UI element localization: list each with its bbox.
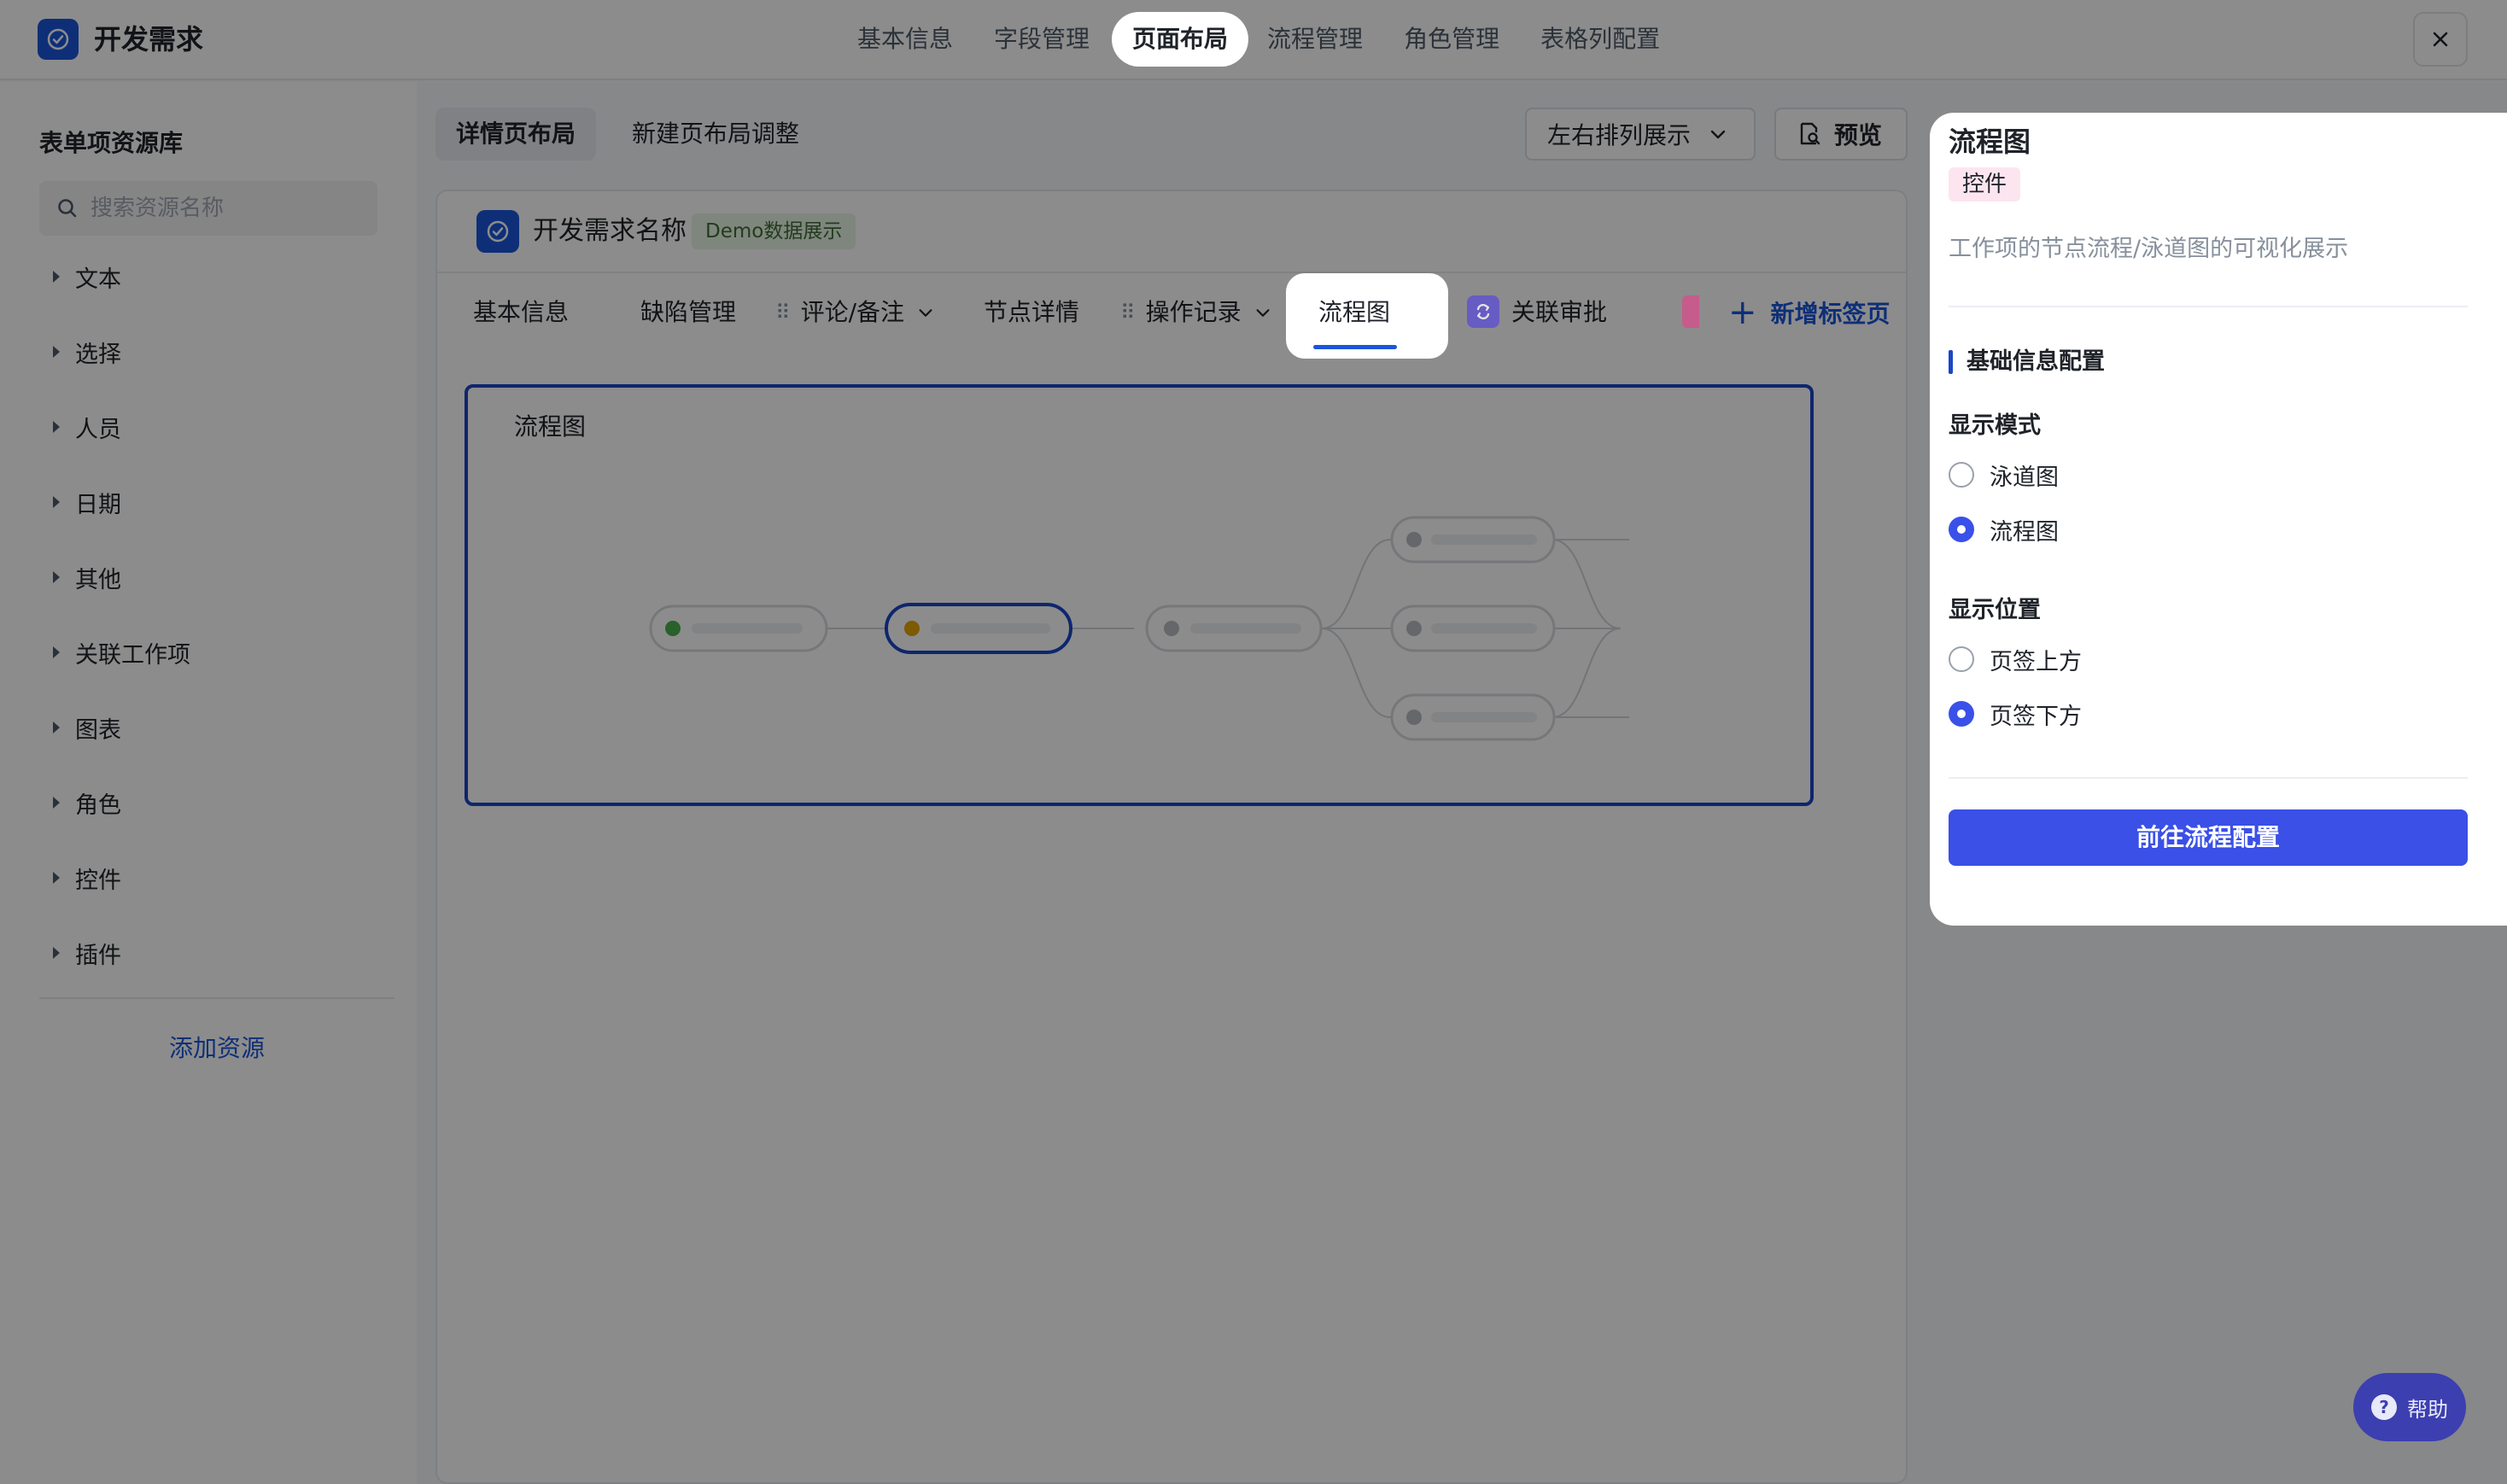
section-accent-bar <box>1949 350 1953 374</box>
config-divider <box>1949 306 2468 307</box>
radio-checked-icon <box>1949 517 1974 542</box>
display-position-option-below[interactable]: 页签下方 <box>1949 697 2082 731</box>
config-panel-description: 工作项的节点流程/泳道图的可视化展示 <box>1949 236 2349 262</box>
display-mode-label: 显示模式 <box>1949 412 2041 439</box>
help-icon: ? <box>2371 1394 2397 1420</box>
config-divider-bottom <box>1949 777 2468 779</box>
go-to-flow-config-button[interactable]: 前往流程配置 <box>1949 809 2468 866</box>
display-position-label: 显示位置 <box>1949 597 2041 623</box>
card-tab-flowchart-label: 流程图 <box>1318 298 1391 326</box>
radio-unchecked-icon <box>1949 462 1974 488</box>
control-type-badge: 控件 <box>1949 167 2021 202</box>
top-tab-page-layout-active[interactable]: 页面布局 <box>1112 12 1248 67</box>
config-panel-title: 流程图 <box>1949 126 2031 158</box>
basic-config-section-title: 基础信息配置 <box>1949 345 2105 379</box>
radio-checked-icon <box>1949 701 1974 727</box>
plugin-tab-icon <box>1682 295 1699 328</box>
display-position-option-above[interactable]: 页签上方 <box>1949 642 2082 676</box>
display-mode-option-flowchart[interactable]: 流程图 <box>1949 512 2059 546</box>
display-mode-option-swimlane[interactable]: 泳道图 <box>1949 458 2059 492</box>
active-tab-indicator <box>1313 345 1397 349</box>
related-approval-icon <box>1467 295 1499 328</box>
help-button[interactable]: ? 帮助 <box>2353 1373 2466 1441</box>
radio-unchecked-icon <box>1949 646 1974 672</box>
